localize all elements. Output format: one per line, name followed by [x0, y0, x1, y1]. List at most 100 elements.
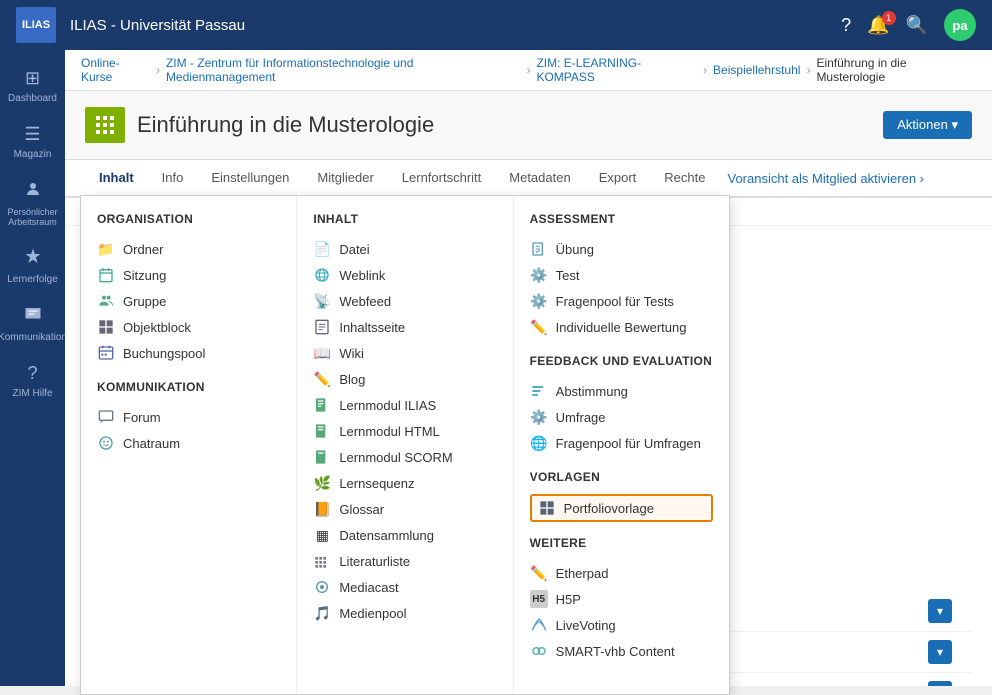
dropdown-objektblock[interactable]: Objektblock [97, 314, 280, 340]
tab-mitglieder[interactable]: Mitglieder [303, 160, 387, 198]
dashboard-icon: ⊞ [25, 68, 40, 89]
breadcrumb-sep-0: › [156, 63, 160, 77]
tab-einstellungen[interactable]: Einstellungen [197, 160, 303, 198]
sidebar-item-arbeitsraum[interactable]: Persönlicher Arbeitsraum [0, 170, 65, 237]
dropdown-lernsequenz[interactable]: 🌿 Lernsequenz [313, 470, 496, 496]
breadcrumb-link-0[interactable]: Online-Kurse [81, 56, 150, 84]
row-action-button[interactable]: ▾ [928, 640, 952, 664]
tab-export[interactable]: Export [585, 160, 651, 198]
weitere-section: Weitere ✏️ Etherpad H5 H5P [530, 536, 713, 664]
sidebar-item-lernerfolge[interactable]: Lernerfolge [0, 237, 65, 295]
dropdown-datensammlung[interactable]: ▦ Datensammlung [313, 522, 496, 548]
vorlagen-title: Vorlagen [530, 470, 713, 484]
dropdown-fragenpool-umfragen[interactable]: 🌐 Fragenpool für Umfragen [530, 430, 713, 456]
sidebar-label-arbeitsraum: Persönlicher Arbeitsraum [4, 207, 61, 227]
livevoting-icon [530, 616, 548, 634]
dropdown-lm-ilias[interactable]: Lernmodul ILIAS [313, 392, 496, 418]
dropdown-chatraum[interactable]: Chatraum [97, 430, 280, 456]
dropdown-portfoliovorlage[interactable]: Portfoliovorlage [530, 494, 713, 522]
tab-lernfortschritt[interactable]: Lernfortschritt [388, 160, 495, 198]
dropdown-literaturliste[interactable]: Literaturliste [313, 548, 496, 574]
uebung-icon [530, 240, 548, 258]
content-wrapper: Online-Kurse › ZIM - Zentrum für Informa… [65, 50, 992, 686]
datei-icon: 📄 [313, 240, 331, 258]
dropdown-h5p[interactable]: H5 H5P [530, 586, 713, 612]
chatraum-icon [97, 434, 115, 452]
dropdown-webfeed[interactable]: 📡 Webfeed [313, 288, 496, 314]
lm-scorm-icon [313, 448, 331, 466]
dropdown-gruppe[interactable]: Gruppe [97, 288, 280, 314]
gruppe-icon [97, 292, 115, 310]
row-action-button[interactable]: ▾ [928, 599, 952, 623]
breadcrumb-link-2[interactable]: ZIM: E-LEARNING-KOMPASS [536, 56, 697, 84]
breadcrumb-link-3[interactable]: Beispiellehrstuhl [713, 63, 800, 77]
test-icon: ⚙️ [530, 266, 548, 284]
dropdown-test[interactable]: ⚙️ Test [530, 262, 713, 288]
dropdown-lm-html[interactable]: Lernmodul HTML [313, 418, 496, 444]
tab-metadaten[interactable]: Metadaten [495, 160, 584, 198]
fragenpool-umfragen-icon: 🌐 [530, 434, 548, 452]
dropdown-col-organisation: Organisation 📁 Ordner Sitzung [81, 196, 297, 686]
app-title: ILIAS - Universität Passau [70, 17, 841, 34]
breadcrumb: Online-Kurse › ZIM - Zentrum für Informa… [65, 50, 992, 91]
aktionen-button[interactable]: Aktionen ▾ [883, 111, 972, 139]
dropdown-blog[interactable]: ✏️ Blog [313, 366, 496, 392]
sidebar-item-magazin[interactable]: ☰ Magazin [0, 114, 65, 170]
dropdown-buchungspool[interactable]: Buchungspool [97, 340, 280, 366]
dropdown-uebung[interactable]: Übung [530, 236, 713, 262]
dropdown-datei[interactable]: 📄 Datei [313, 236, 496, 262]
page-title: Einführung in die Musterologie [137, 112, 434, 138]
dropdown-sitzung[interactable]: Sitzung [97, 262, 280, 288]
dropdown-weblink[interactable]: Weblink [313, 262, 496, 288]
dropdown-umfrage[interactable]: ⚙️ Umfrage [530, 404, 713, 430]
tab-rechte[interactable]: Rechte [650, 160, 719, 198]
tab-inhalt[interactable]: Inhalt [85, 160, 148, 198]
dropdown-ordner[interactable]: 📁 Ordner [97, 236, 280, 262]
dropdown-forum[interactable]: Forum [97, 404, 280, 430]
sidebar-label-kommunikation: Kommunikation [0, 332, 67, 343]
dropdown-etherpad[interactable]: ✏️ Etherpad [530, 560, 713, 586]
kommunikation-title: Kommunikation [97, 380, 280, 394]
lernerfolge-icon [24, 247, 42, 270]
user-avatar[interactable]: pa [944, 9, 976, 41]
dropdown-inhaltsseite[interactable]: Inhaltsseite [313, 314, 496, 340]
forum-icon [97, 408, 115, 426]
arbeitsraum-icon [24, 180, 42, 203]
dropdown-lm-scorm[interactable]: Lernmodul SCORM [313, 444, 496, 470]
lm-ilias-icon [313, 396, 331, 414]
organisation-title: Organisation [97, 212, 280, 226]
objektblock-icon [97, 318, 115, 336]
search-icon[interactable]: 🔍 [906, 15, 928, 36]
dropdown-individuelle-bewertung[interactable]: ✏️ Individuelle Bewertung [530, 314, 713, 340]
folder-icon: 📁 [97, 240, 115, 258]
dropdown-col-assessment: Assessment Übung ⚙️ Test ⚙️ [514, 196, 729, 686]
notification-icon[interactable]: 🔔 1 [867, 15, 889, 36]
sidebar-item-zimhilfe[interactable]: ? ZIM Hilfe [0, 353, 65, 409]
tabs-bar: Inhalt Info Einstellungen Mitglieder Ler… [65, 160, 992, 198]
dropdown-fragenpool-test[interactable]: ⚙️ Fragenpool für Tests [530, 288, 713, 314]
breadcrumb-link-1[interactable]: ZIM - Zentrum für Informationstechnologi… [166, 56, 521, 84]
assessment-title: Assessment [530, 212, 713, 226]
lm-html-icon [313, 422, 331, 440]
datensammlung-icon: ▦ [313, 526, 331, 544]
sidebar-item-kommunikation[interactable]: Kommunikation [0, 295, 65, 353]
kommunikation-icon [24, 305, 42, 328]
dropdown-medienpool[interactable]: 🎵 Medienpool [313, 600, 496, 626]
help-icon[interactable]: ? [841, 15, 851, 36]
dropdown-abstimmung[interactable]: Abstimmung [530, 378, 713, 404]
tab-more[interactable]: Voransicht als Mitglied aktivieren › [719, 161, 932, 196]
row-action-button[interactable]: ▾ [928, 681, 952, 686]
dropdown-wiki[interactable]: 📖 Wiki [313, 340, 496, 366]
mediacast-icon [313, 578, 331, 596]
dropdown-mediacast[interactable]: Mediacast [313, 574, 496, 600]
buchungspool-icon [97, 344, 115, 362]
dropdown-glossar[interactable]: 📙 Glossar [313, 496, 496, 522]
sidebar-item-dashboard[interactable]: ⊞ Dashboard [0, 58, 65, 114]
tab-info[interactable]: Info [148, 160, 198, 198]
dropdown-livevoting[interactable]: LiveVoting [530, 612, 713, 638]
dropdown-smart-vhb[interactable]: SMART-vhb Content [530, 638, 713, 664]
bewertung-icon: ✏️ [530, 318, 548, 336]
smart-vhb-icon [530, 642, 548, 660]
sidebar: ⊞ Dashboard ☰ Magazin Persönlicher Arbei… [0, 50, 65, 686]
sidebar-label-magazin: Magazin [14, 149, 52, 160]
